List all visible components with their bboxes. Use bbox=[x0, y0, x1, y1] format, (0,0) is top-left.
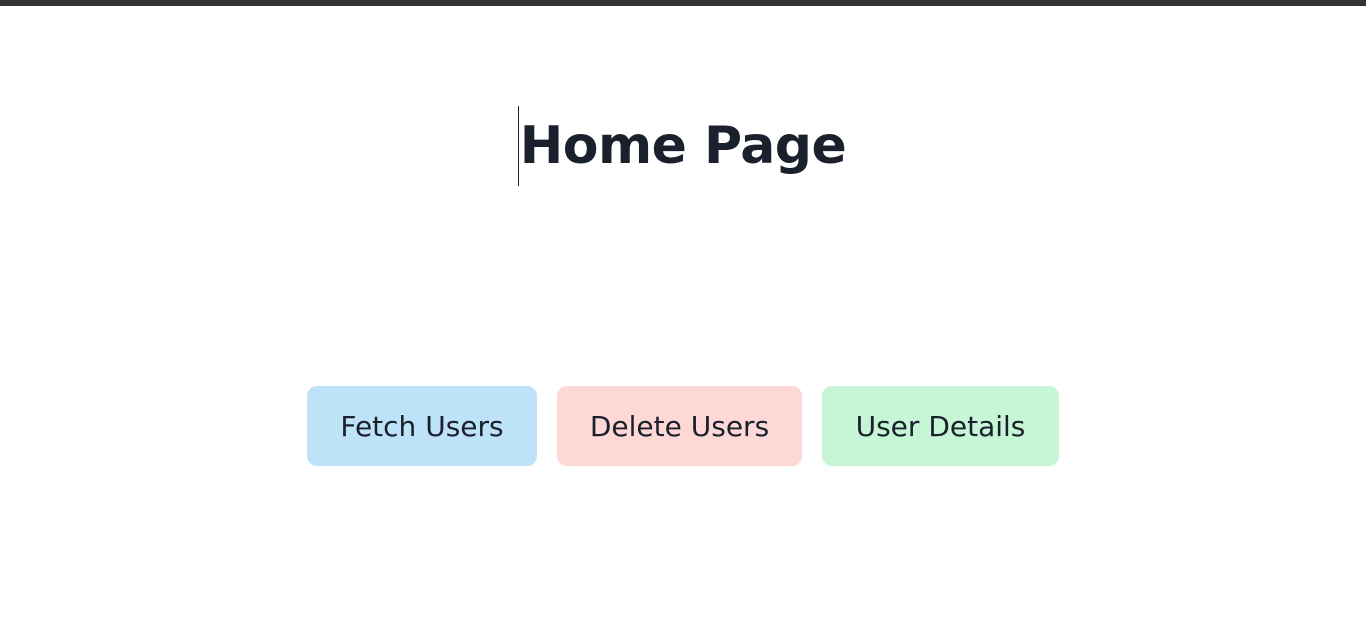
page-title: Home Page bbox=[517, 104, 847, 188]
page-title-text: Home Page bbox=[519, 116, 847, 176]
user-details-button[interactable]: User Details bbox=[822, 386, 1059, 466]
text-cursor bbox=[517, 106, 519, 186]
delete-users-button[interactable]: Delete Users bbox=[557, 386, 802, 466]
title-container: Home Page bbox=[0, 104, 1366, 188]
fetch-users-button[interactable]: Fetch Users bbox=[307, 386, 537, 466]
action-buttons: Fetch Users Delete Users User Details bbox=[0, 386, 1366, 466]
home-page: Home Page Fetch Users Delete Users User … bbox=[0, 6, 1366, 629]
